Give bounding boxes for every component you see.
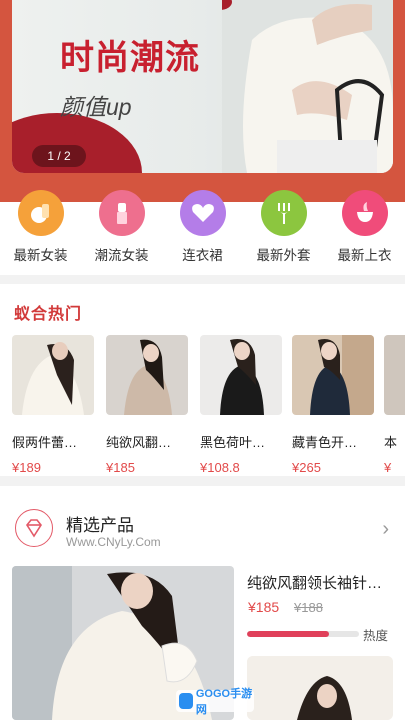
category-item-latest-women[interactable]: 最新女装 bbox=[0, 190, 81, 275]
featured-product-old-price: ¥188 bbox=[294, 600, 323, 615]
site-watermark: GOGO手游网 bbox=[176, 688, 254, 716]
hot-product-list[interactable]: 假两件蕾… ¥189 纯欲风翻… ¥185 黑色荷叶… ¥108.8 藏青色开…… bbox=[12, 335, 405, 475]
hot-section-title: 蚁合热门 bbox=[14, 306, 83, 323]
product-name: 黑色荷叶… bbox=[200, 435, 266, 450]
product-name: 纯欲风翻… bbox=[106, 435, 172, 450]
product-price: ¥ bbox=[384, 460, 392, 475]
heat-progress-fill bbox=[247, 631, 329, 637]
hot-product-card[interactable]: 黑色荷叶… ¥108.8 bbox=[200, 335, 284, 475]
category-label: 连衣裙 bbox=[182, 248, 223, 263]
featured-url: Www.CNyLy.Com bbox=[66, 535, 161, 549]
featured-product-price: ¥185 bbox=[248, 599, 280, 615]
banner-subtitle: 颜值up bbox=[60, 94, 132, 120]
product-price: ¥189 bbox=[12, 460, 41, 475]
lipstick-icon bbox=[98, 190, 145, 236]
cup-icon bbox=[341, 190, 388, 236]
category-item-trend-women[interactable]: 潮流女装 bbox=[81, 190, 162, 275]
chevron-right-icon[interactable]: › bbox=[382, 518, 389, 541]
product-image bbox=[12, 335, 94, 415]
heat-progress-bar bbox=[247, 631, 359, 637]
heat-label: 热度 bbox=[363, 629, 389, 643]
category-item-coat[interactable]: 最新外套 bbox=[243, 190, 324, 275]
product-price: ¥185 bbox=[106, 460, 135, 475]
product-image bbox=[292, 335, 374, 415]
hot-product-card[interactable]: 假两件蕾… ¥189 bbox=[12, 335, 96, 475]
hot-product-card[interactable]: 藏青色开… ¥265 bbox=[292, 335, 376, 475]
category-label: 潮流女装 bbox=[94, 248, 149, 263]
product-image bbox=[106, 335, 188, 415]
watermark-logo-icon bbox=[179, 693, 193, 709]
category-label: 最新外套 bbox=[256, 248, 311, 263]
category-label: 最新女装 bbox=[13, 248, 68, 263]
product-image bbox=[384, 335, 405, 415]
product-price: ¥265 bbox=[292, 460, 321, 475]
product-name: 假两件蕾… bbox=[12, 435, 78, 450]
heart-icon bbox=[179, 190, 226, 236]
hot-product-card[interactable]: 本 ¥ bbox=[384, 335, 405, 475]
diamond-icon bbox=[15, 509, 53, 547]
featured-product-image-2[interactable] bbox=[247, 656, 393, 720]
category-nav: 最新女装 潮流女装 连衣裙 最新外套 最新上衣 bbox=[0, 190, 405, 275]
carousel-page-indicator: 1 / 2 bbox=[32, 145, 86, 167]
banner-carousel[interactable]: 时尚潮流 颜值up 1 / 2 bbox=[12, 0, 393, 173]
watermark-text: GOGO手游网 bbox=[195, 688, 253, 716]
product-image bbox=[200, 335, 282, 415]
product-name: 藏青色开… bbox=[292, 435, 358, 450]
category-item-tops[interactable]: 最新上衣 bbox=[324, 190, 405, 275]
banner-model-image bbox=[222, 0, 393, 173]
category-item-dress[interactable]: 连衣裙 bbox=[162, 190, 243, 275]
product-price: ¥108.8 bbox=[200, 460, 240, 475]
category-label: 最新上衣 bbox=[337, 248, 392, 263]
hot-product-card[interactable]: 纯欲风翻… ¥185 bbox=[106, 335, 190, 475]
featured-product-name[interactable]: 纯欲风翻领长袖针… bbox=[247, 572, 397, 593]
banner-title: 时尚潮流 bbox=[60, 38, 200, 78]
product-name: 本 bbox=[384, 435, 398, 450]
hot-section: 蚁合热门 假两件蕾… ¥189 纯欲风翻… ¥185 黑色荷叶… ¥108.8 … bbox=[0, 284, 405, 476]
fork-icon bbox=[260, 190, 307, 236]
featured-title: 精选产品 bbox=[66, 516, 134, 535]
bag-icon bbox=[17, 190, 64, 236]
banner-section: 时尚潮流 颜值up 1 / 2 bbox=[0, 0, 405, 202]
